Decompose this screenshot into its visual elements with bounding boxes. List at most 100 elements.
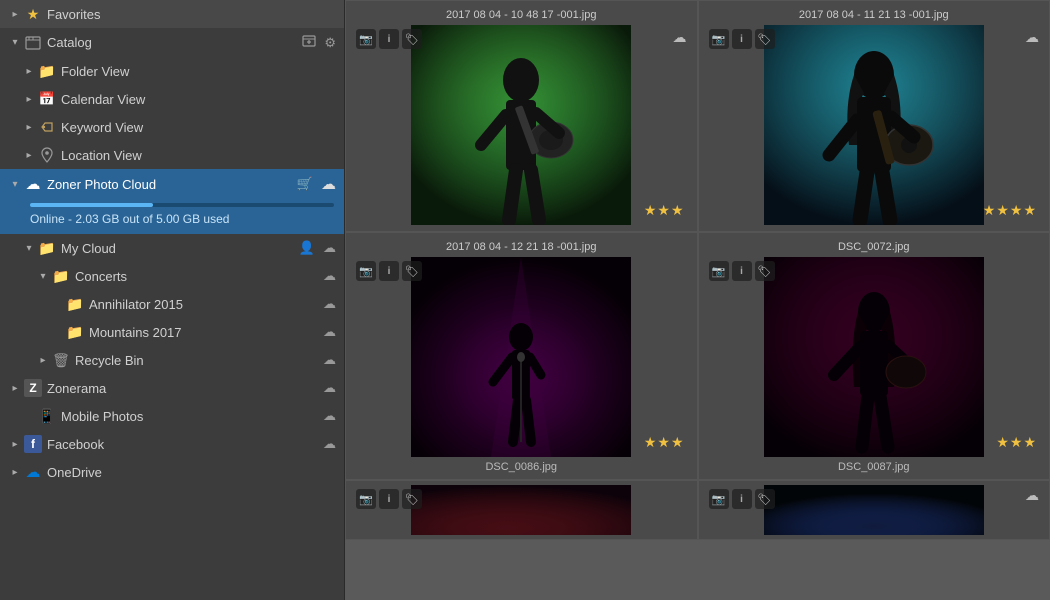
- photo-info-btn-4[interactable]: i: [732, 261, 752, 281]
- photo-tag-btn-2[interactable]: 🏷: [755, 29, 775, 49]
- photo-tag-btn-6[interactable]: 🏷: [755, 489, 775, 509]
- sidebar-item-catalog[interactable]: Catalog ⚙: [0, 28, 344, 57]
- photo-cell-4[interactable]: DSC_0072.jpg: [698, 232, 1050, 480]
- folder-view-icon: 📁: [38, 62, 56, 80]
- my-cloud-cloud-icon[interactable]: ☁: [321, 239, 338, 257]
- onedrive-chevron: [8, 465, 22, 479]
- photo-grid: 2017 08 04 - 10 48 17 -001.jpg: [345, 0, 1050, 540]
- keyword-view-icon: [38, 118, 56, 136]
- photo-camera-btn-2[interactable]: 📷: [709, 29, 729, 49]
- photo-cell-2[interactable]: 2017 08 04 - 11 21 13 -001.jpg: [698, 0, 1050, 232]
- photo-svg-4: [764, 257, 984, 457]
- photo-info-btn-2[interactable]: i: [732, 29, 752, 49]
- photo-camera-btn-4[interactable]: 📷: [709, 261, 729, 281]
- catalog-actions: ⚙: [300, 33, 338, 52]
- favorites-chevron: [8, 7, 22, 21]
- photo-camera-btn-6[interactable]: 📷: [709, 489, 729, 509]
- photo-cell-6[interactable]: 📷 i 🏷 ☁: [698, 480, 1050, 540]
- photo-cell-3[interactable]: 2017 08 04 - 12 21 18 -001.jpg: [345, 232, 698, 480]
- photo-tag-btn-4[interactable]: 🏷: [755, 261, 775, 281]
- zonerama-label: Zonerama: [47, 381, 321, 396]
- onedrive-label: OneDrive: [47, 465, 338, 480]
- sidebar-item-location-view[interactable]: Location View: [0, 141, 344, 169]
- sidebar-item-facebook[interactable]: f Facebook ☁: [0, 430, 344, 458]
- mobile-photos-label: Mobile Photos: [61, 409, 321, 424]
- photo-img-wrapper-6: 📷 i 🏷 ☁: [705, 485, 1044, 535]
- sidebar-item-keyword-view[interactable]: Keyword View: [0, 113, 344, 141]
- folder-view-chevron: [22, 64, 36, 78]
- sidebar-item-annihilator[interactable]: 📁 Annihilator 2015 ☁: [0, 290, 344, 318]
- photo-icons-1: 📷 i 🏷: [356, 29, 422, 49]
- photo-tag-btn-3[interactable]: 🏷: [402, 261, 422, 281]
- calendar-view-icon: 📅: [38, 90, 56, 108]
- cart-icon[interactable]: 🛒: [295, 175, 315, 193]
- location-view-label: Location View: [61, 148, 338, 163]
- photo-cloud-6: ☁: [1025, 487, 1039, 504]
- cloud-action-icon[interactable]: ☁: [319, 174, 338, 194]
- sidebar-item-zonerama[interactable]: Z Zonerama ☁: [0, 374, 344, 402]
- photo-info-btn-5[interactable]: i: [379, 489, 399, 509]
- onedrive-icon: ☁: [24, 463, 42, 481]
- concerts-folder-icon: 📁: [52, 267, 70, 285]
- sidebar-item-recycle-bin[interactable]: 🗑 Recycle Bin ☁: [0, 346, 344, 374]
- photo-stars-4: ★★★: [996, 434, 1037, 451]
- photo-camera-btn-3[interactable]: 📷: [356, 261, 376, 281]
- cloud-main-icon: ☁: [24, 175, 42, 193]
- photo-camera-btn-5[interactable]: 📷: [356, 489, 376, 509]
- photo-info-btn-3[interactable]: i: [379, 261, 399, 281]
- photo-icons-6: 📷 i 🏷: [709, 489, 775, 509]
- photo-icons-2: 📷 i 🏷: [709, 29, 775, 49]
- zonerama-icon: Z: [24, 379, 42, 397]
- sidebar-item-mobile-photos[interactable]: 📱 Mobile Photos ☁: [0, 402, 344, 430]
- photo-img-wrapper-4: 📷 i 🏷 ★★★: [705, 257, 1044, 457]
- photo-info-btn-1[interactable]: i: [379, 29, 399, 49]
- photo-caption-4: DSC_0087.jpg: [838, 461, 910, 473]
- storage-bar-container: Online - 2.03 GB out of 5.00 GB used: [0, 199, 344, 234]
- photo-icons-4: 📷 i 🏷: [709, 261, 775, 281]
- calendar-view-label: Calendar View: [61, 92, 338, 107]
- photo-tag-btn-5[interactable]: 🏷: [402, 489, 422, 509]
- photo-stars-2: ★★★★: [983, 202, 1037, 219]
- sidebar-item-folder-view[interactable]: 📁 Folder View: [0, 57, 344, 85]
- sidebar-item-calendar-view[interactable]: 📅 Calendar View: [0, 85, 344, 113]
- photo-camera-btn-1[interactable]: 📷: [356, 29, 376, 49]
- photo-info-btn-6[interactable]: i: [732, 489, 752, 509]
- photo-filename-1: 2017 08 04 - 10 48 17 -001.jpg: [352, 9, 691, 21]
- catalog-settings-icon[interactable]: ⚙: [322, 34, 338, 52]
- keyword-view-chevron: [22, 120, 36, 134]
- photo-stars-3: ★★★: [644, 434, 685, 451]
- catalog-add-icon[interactable]: [300, 33, 318, 52]
- photo-cell-1[interactable]: 2017 08 04 - 10 48 17 -001.jpg: [345, 0, 698, 232]
- catalog-chevron: [8, 36, 22, 50]
- main-content: 2017 08 04 - 10 48 17 -001.jpg: [345, 0, 1050, 600]
- sidebar-item-favorites[interactable]: ★ Favorites: [0, 0, 344, 28]
- my-cloud-person-icon[interactable]: 👤: [297, 239, 317, 257]
- sidebar-item-concerts[interactable]: 📁 Concerts ☁: [0, 262, 344, 290]
- sidebar-item-mountains[interactable]: 📁 Mountains 2017 ☁: [0, 318, 344, 346]
- catalog-label: Catalog: [47, 35, 300, 50]
- zonerama-chevron: [8, 381, 22, 395]
- photo-filename-2: 2017 08 04 - 11 21 13 -001.jpg: [705, 9, 1044, 21]
- photo-cell-5[interactable]: 📷 i 🏷: [345, 480, 698, 540]
- recycle-bin-icon: 🗑: [52, 351, 70, 369]
- recycle-bin-cloud-icon: ☁: [321, 351, 338, 369]
- cloud-chevron: [8, 177, 22, 191]
- sidebar-item-onedrive[interactable]: ☁ OneDrive: [0, 458, 344, 486]
- photo-placeholder-6: [764, 485, 984, 535]
- photo-filename-4: DSC_0072.jpg: [705, 241, 1044, 253]
- photo-placeholder-4: [764, 257, 984, 457]
- mobile-cloud-icon: ☁: [321, 407, 338, 425]
- recycle-bin-chevron: [36, 353, 50, 367]
- photo-icons-5: 📷 i 🏷: [356, 489, 422, 509]
- photo-filename-3: 2017 08 04 - 12 21 18 -001.jpg: [352, 241, 691, 253]
- facebook-cloud-icon: ☁: [321, 435, 338, 453]
- sidebar-item-cloud[interactable]: ☁ Zoner Photo Cloud 🛒 ☁: [0, 169, 344, 199]
- mountains-cloud-icon: ☁: [321, 323, 338, 341]
- sidebar-item-my-cloud[interactable]: 📁 My Cloud 👤 ☁: [0, 234, 344, 262]
- photo-svg-1: [411, 25, 631, 225]
- facebook-label: Facebook: [47, 437, 321, 452]
- photo-cloud-1: ☁: [673, 29, 687, 46]
- my-cloud-actions: 👤 ☁: [297, 239, 338, 257]
- zonerama-cloud-icon: ☁: [321, 379, 338, 397]
- photo-tag-btn-1[interactable]: 🏷: [402, 29, 422, 49]
